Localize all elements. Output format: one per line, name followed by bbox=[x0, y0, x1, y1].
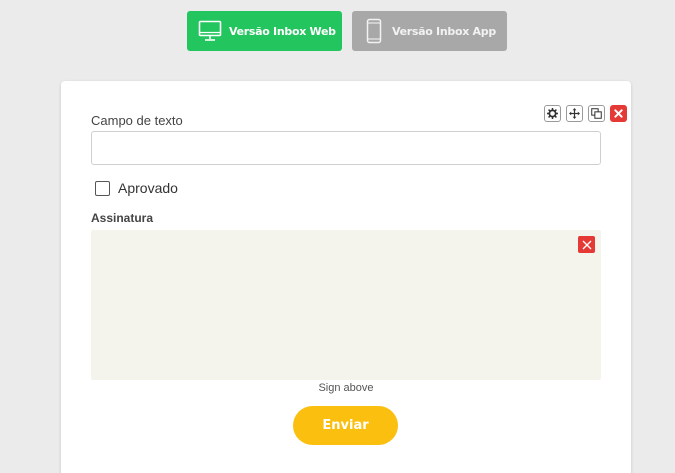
signature-hint: Sign above bbox=[318, 382, 374, 394]
form-card: Campo de texto Aprovado Assinatura Sign … bbox=[61, 81, 631, 473]
settings-button[interactable] bbox=[544, 105, 561, 122]
text-field-input[interactable] bbox=[91, 131, 601, 165]
duplicate-icon bbox=[591, 108, 602, 119]
gear-icon bbox=[547, 108, 558, 119]
approved-checkbox-row[interactable]: Aprovado bbox=[95, 180, 178, 196]
web-version-button[interactable]: Versão Inbox Web bbox=[187, 11, 342, 51]
move-button[interactable] bbox=[566, 105, 583, 122]
signature-label: Assinatura bbox=[91, 211, 154, 225]
field-toolbar bbox=[544, 105, 627, 122]
monitor-icon bbox=[198, 20, 222, 42]
text-field-label: Campo de texto bbox=[91, 113, 183, 128]
move-icon bbox=[569, 108, 580, 119]
approved-checkbox-label: Aprovado bbox=[118, 180, 178, 196]
close-icon bbox=[614, 109, 623, 118]
clear-signature-button[interactable] bbox=[578, 236, 595, 253]
signature-pad[interactable] bbox=[91, 230, 601, 380]
close-icon bbox=[582, 240, 591, 249]
app-version-label: Versão Inbox App bbox=[392, 24, 496, 38]
web-version-label: Versão Inbox Web bbox=[229, 24, 336, 38]
app-version-button[interactable]: Versão Inbox App bbox=[352, 11, 507, 51]
duplicate-button[interactable] bbox=[588, 105, 605, 122]
submit-button[interactable]: Enviar bbox=[293, 406, 398, 445]
delete-field-button[interactable] bbox=[610, 105, 627, 122]
approved-checkbox[interactable] bbox=[95, 180, 110, 196]
smartphone-icon bbox=[366, 18, 382, 44]
